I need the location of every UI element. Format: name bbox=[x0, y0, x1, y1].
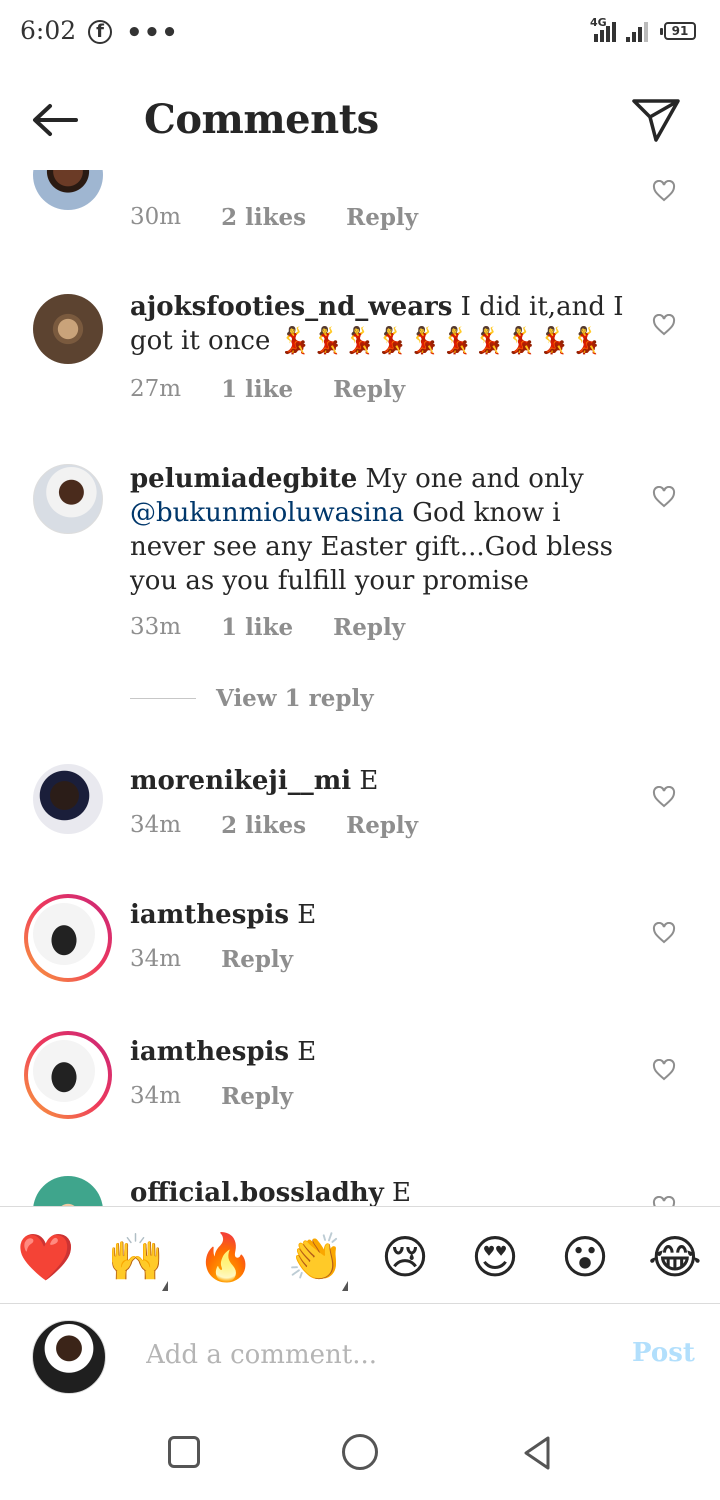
story-ring[interactable] bbox=[24, 1031, 112, 1119]
view-replies-label: View 1 reply bbox=[216, 685, 374, 712]
comment-username[interactable]: ajoksfooties_nd_wears bbox=[130, 292, 452, 322]
avatar[interactable] bbox=[33, 903, 95, 965]
reply-button[interactable]: Reply bbox=[221, 1083, 293, 1110]
skin-tone-caret-icon bbox=[342, 1281, 348, 1291]
reply-button[interactable]: Reply bbox=[333, 376, 405, 403]
clapping-hands-emoji-button[interactable]: 👏 bbox=[287, 1229, 344, 1285]
system-nav-bar bbox=[0, 1414, 720, 1500]
story-ring[interactable] bbox=[24, 894, 112, 982]
battery-icon: 91 bbox=[660, 22, 696, 40]
recent-apps-icon[interactable] bbox=[168, 1436, 200, 1468]
add-comment-input[interactable] bbox=[144, 1332, 608, 1378]
back-triangle-icon[interactable] bbox=[520, 1434, 554, 1472]
comment-time: 34m bbox=[130, 812, 182, 838]
heart-icon[interactable] bbox=[652, 1196, 676, 1206]
direct-message-icon[interactable] bbox=[630, 96, 682, 144]
avatar[interactable] bbox=[33, 1176, 103, 1206]
red-heart-emoji-button[interactable]: ❤️ bbox=[17, 1229, 74, 1285]
heart-icon[interactable] bbox=[652, 922, 676, 944]
comment-likes[interactable]: 1 like bbox=[221, 376, 293, 403]
comment-meta: 34m 2 likes Reply bbox=[130, 812, 458, 839]
comment-time: 33m bbox=[130, 614, 182, 640]
comment-text: iamthespis E bbox=[130, 898, 630, 932]
heart-eyes-emoji-button[interactable]: 😍 bbox=[467, 1229, 523, 1285]
divider bbox=[130, 698, 196, 699]
comment-text: iamthespis E bbox=[130, 1035, 630, 1069]
comment-text: pelumiadegbite My one and only @bukunmio… bbox=[130, 462, 630, 598]
avatar[interactable] bbox=[33, 464, 103, 534]
heart-icon[interactable] bbox=[652, 314, 676, 336]
signal-icon-sim1 bbox=[594, 22, 616, 42]
back-arrow-icon[interactable] bbox=[30, 102, 80, 138]
comment-mention[interactable]: @bukunmioluwasina bbox=[130, 498, 404, 528]
heart-icon[interactable] bbox=[652, 1059, 676, 1081]
comment-meta: 33m 1 like Reply bbox=[130, 614, 445, 641]
tears-of-joy-emoji-button[interactable]: 😂 bbox=[647, 1229, 703, 1285]
reply-button[interactable]: Reply bbox=[346, 812, 418, 839]
comment-likes[interactable]: 2 likes bbox=[221, 812, 306, 839]
comment-time: 27m bbox=[130, 376, 182, 402]
comment-content: E bbox=[289, 1037, 317, 1067]
avatar[interactable] bbox=[33, 764, 103, 834]
comment-meta: 34m Reply bbox=[130, 946, 333, 973]
comment-content: E bbox=[351, 766, 379, 796]
heart-icon[interactable] bbox=[652, 486, 676, 508]
status-bar: 6:02 f ••• 4G 91 bbox=[0, 0, 720, 62]
header: Comments bbox=[0, 62, 720, 170]
avatar[interactable] bbox=[33, 294, 103, 364]
comment-text: ajoksfooties_nd_wears I did it,and I got… bbox=[130, 290, 630, 358]
status-time: 6:02 bbox=[20, 16, 77, 45]
avatar[interactable] bbox=[33, 1040, 95, 1102]
comment-meta: 27m 1 like Reply bbox=[130, 376, 445, 403]
signal-icon-sim2 bbox=[626, 22, 648, 42]
avatar[interactable] bbox=[33, 170, 103, 210]
comment-content: My one and only bbox=[357, 464, 584, 494]
comment-username[interactable]: iamthespis bbox=[130, 900, 289, 930]
post-button[interactable]: Post bbox=[632, 1338, 695, 1368]
comment-composer: Post bbox=[0, 1304, 720, 1414]
comment-text: official.bossladhy E bbox=[130, 1176, 630, 1206]
comment-text: morenikeji__mi E bbox=[130, 764, 630, 798]
comment-time: 34m bbox=[130, 946, 182, 972]
page-title: Comments bbox=[144, 96, 379, 143]
emoji-reaction-bar: ❤️ 🙌 🔥 👏 😢 😍 😮 😂 bbox=[0, 1206, 720, 1304]
comment-time: 30m bbox=[130, 204, 182, 230]
comment-meta: 30m 2 likes Reply bbox=[130, 204, 458, 231]
heart-icon[interactable] bbox=[652, 786, 676, 808]
fire-emoji-button[interactable]: 🔥 bbox=[197, 1229, 254, 1285]
current-user-avatar bbox=[32, 1320, 106, 1394]
heart-icon[interactable] bbox=[652, 180, 676, 202]
comment-content: E bbox=[289, 900, 317, 930]
comment-username[interactable]: iamthespis bbox=[130, 1037, 289, 1067]
comment-meta: 34m Reply bbox=[130, 1083, 333, 1110]
comment-list[interactable]: jawehlerown 30m 2 likes Reply ajoksfooti… bbox=[0, 170, 720, 1206]
comment-username[interactable]: morenikeji__mi bbox=[130, 766, 351, 796]
comment-time: 34m bbox=[130, 1083, 182, 1109]
skin-tone-caret-icon bbox=[162, 1281, 168, 1291]
reply-button[interactable]: Reply bbox=[346, 204, 418, 231]
home-icon[interactable] bbox=[342, 1434, 378, 1470]
surprised-face-emoji-button[interactable]: 😮 bbox=[557, 1229, 613, 1285]
view-replies-button[interactable]: View 1 reply bbox=[130, 685, 374, 712]
raising-hands-emoji-button[interactable]: 🙌 bbox=[107, 1229, 164, 1285]
comment-username[interactable]: pelumiadegbite bbox=[130, 464, 357, 494]
comment-likes[interactable]: 1 like bbox=[221, 614, 293, 641]
comment-username[interactable]: official.bossladhy bbox=[130, 1178, 384, 1206]
reply-button[interactable]: Reply bbox=[221, 946, 293, 973]
more-notifications-icon: ••• bbox=[126, 18, 179, 48]
comment-likes[interactable]: 2 likes bbox=[221, 204, 306, 231]
comment-content: E bbox=[383, 1178, 412, 1206]
facebook-notification-icon: f bbox=[88, 20, 112, 44]
reply-button[interactable]: Reply bbox=[333, 614, 405, 641]
crying-face-emoji-button[interactable]: 😢 bbox=[377, 1229, 433, 1285]
